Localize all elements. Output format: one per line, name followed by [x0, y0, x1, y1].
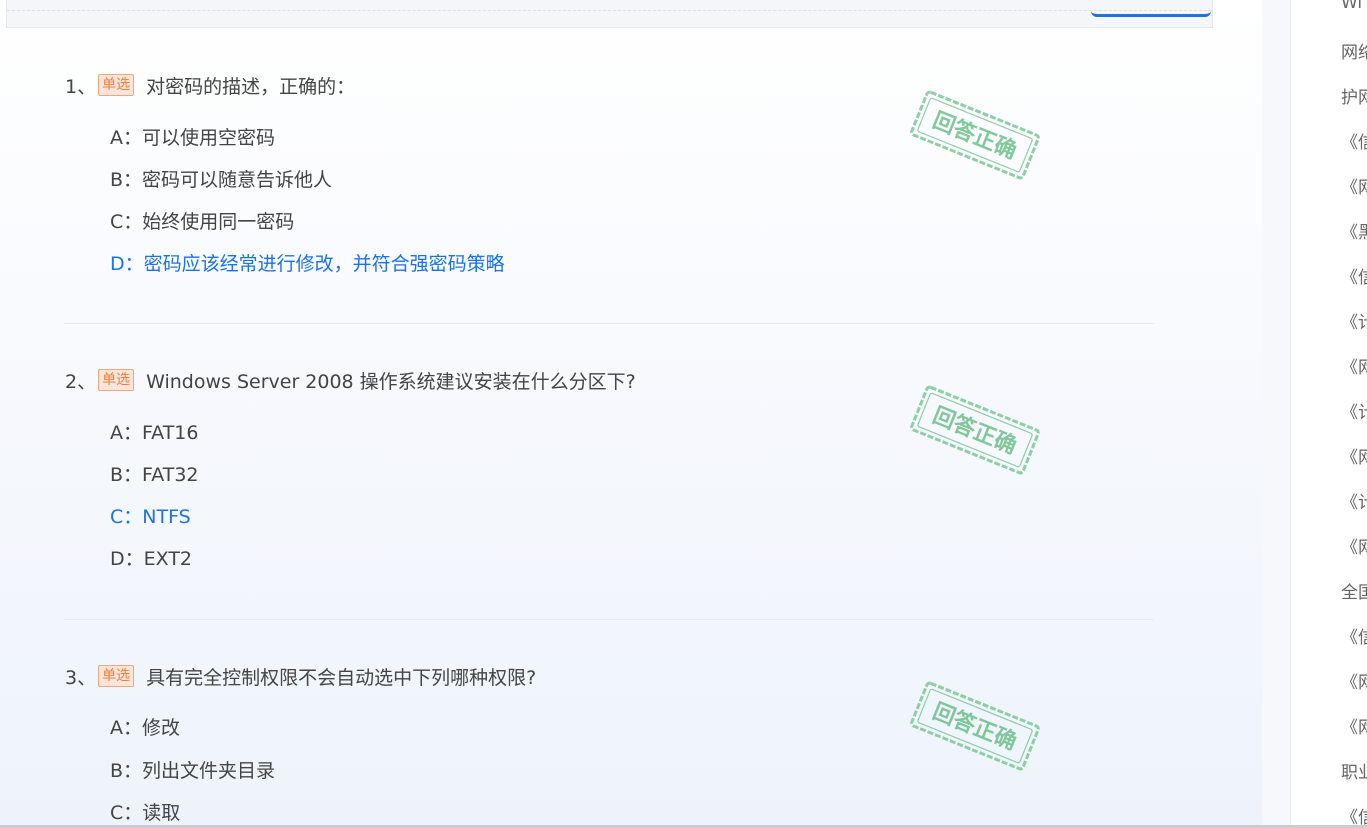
- sidebar-item[interactable]: 《网: [1341, 668, 1367, 693]
- question-text: Windows Server 2008 操作系统建议安装在什么分区下?: [146, 370, 636, 393]
- question-type-badge: 单选: [98, 74, 135, 96]
- question-number: 2、: [65, 370, 97, 393]
- option-c[interactable]: C：NTFS: [110, 502, 191, 532]
- question-number: 1、: [65, 75, 97, 98]
- question-divider: [64, 619, 1154, 620]
- sidebar-item[interactable]: 《信: [1341, 623, 1367, 648]
- top-panel: [6, 0, 1213, 28]
- page-gutter: [1262, 0, 1290, 828]
- top-action-button[interactable]: [1091, 0, 1211, 17]
- sidebar-item[interactable]: Wi: [1341, 0, 1362, 13]
- right-sidebar: Wi 网络 护网 《信 《网 《黑 《信 《计 《网 《计 《网 《计 《网 全…: [1290, 0, 1367, 828]
- correct-stamp: 回答正确: [910, 385, 1040, 475]
- correct-stamp: 回答正确: [910, 90, 1040, 180]
- top-divider: [7, 10, 1212, 11]
- correct-stamp: 回答正确: [910, 681, 1040, 771]
- sidebar-item[interactable]: 《信: [1341, 128, 1367, 153]
- option-b[interactable]: B：密码可以随意告诉他人: [110, 165, 332, 195]
- sidebar-item[interactable]: 职业: [1341, 758, 1367, 783]
- option-a[interactable]: A：修改: [110, 713, 180, 743]
- option-a[interactable]: A：可以使用空密码: [110, 123, 275, 153]
- sidebar-item[interactable]: 《网: [1341, 533, 1367, 558]
- option-a[interactable]: A：FAT16: [110, 418, 199, 448]
- sidebar-item[interactable]: 《信: [1341, 263, 1367, 288]
- sidebar-item[interactable]: 《黑: [1341, 218, 1367, 243]
- question-type-badge: 单选: [98, 665, 135, 687]
- sidebar-item[interactable]: 护网: [1341, 83, 1367, 108]
- option-c[interactable]: C：始终使用同一密码: [110, 207, 294, 237]
- sidebar-item[interactable]: 《计: [1341, 398, 1367, 423]
- main-content: 1、 单选 对密码的描述，正确的： A：可以使用空密码 B：密码可以随意告诉他人…: [0, 0, 1262, 828]
- question-type-badge: 单选: [98, 369, 135, 391]
- sidebar-item[interactable]: 《网: [1341, 353, 1367, 378]
- sidebar-item[interactable]: 全国: [1341, 578, 1367, 603]
- option-d[interactable]: D：密码应该经常进行修改，并符合强密码策略: [110, 249, 505, 279]
- question-header: 1、 单选 对密码的描述，正确的：: [65, 70, 355, 100]
- sidebar-item[interactable]: 《网: [1341, 173, 1367, 198]
- question-number: 3、: [65, 666, 97, 689]
- question-header: 2、 单选 Windows Server 2008 操作系统建议安装在什么分区下…: [65, 365, 636, 395]
- option-c[interactable]: C：读取: [110, 798, 180, 828]
- sidebar-item[interactable]: 《网: [1341, 713, 1367, 738]
- sidebar-item[interactable]: 《计: [1341, 308, 1367, 333]
- option-b[interactable]: B：FAT32: [110, 460, 199, 490]
- sidebar-item[interactable]: 《网: [1341, 443, 1367, 468]
- question-text: 具有完全控制权限不会自动选中下列哪种权限?: [146, 666, 537, 689]
- option-d[interactable]: D：EXT2: [110, 544, 192, 574]
- sidebar-item[interactable]: 《计: [1341, 488, 1367, 513]
- sidebar-item[interactable]: 网络: [1341, 38, 1367, 63]
- question-header: 3、 单选 具有完全控制权限不会自动选中下列哪种权限?: [65, 661, 536, 691]
- question-text: 对密码的描述，正确的：: [146, 75, 356, 98]
- question-divider: [64, 323, 1154, 324]
- option-b[interactable]: B：列出文件夹目录: [110, 756, 275, 786]
